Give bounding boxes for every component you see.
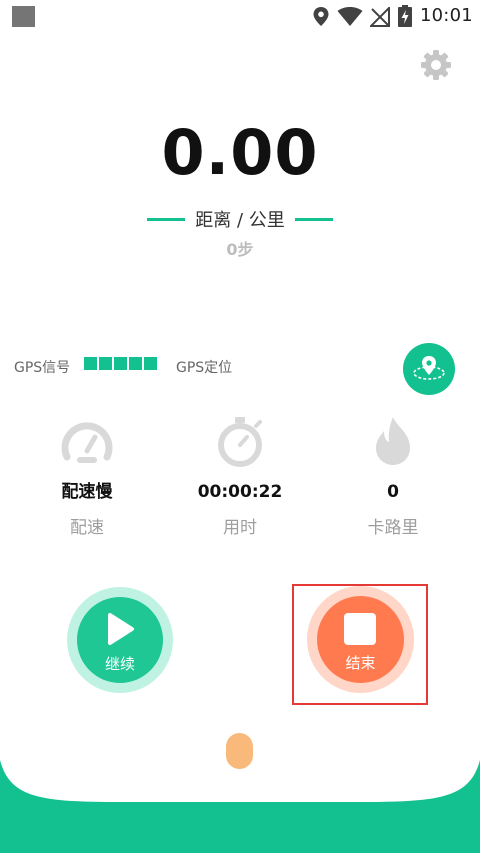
play-icon (108, 613, 134, 645)
flame-icon (376, 417, 410, 465)
settings-gear-icon[interactable] (418, 47, 454, 83)
map-pin-icon (413, 356, 445, 380)
status-time: 10:01 (420, 5, 473, 26)
duration-label: 用时 (223, 518, 257, 538)
gps-locate-label: GPS定位 (176, 360, 233, 376)
stat-pace: 配速慢 配速 (7, 415, 167, 538)
gps-signal-bar (84, 357, 97, 370)
calories-label: 卡路里 (367, 518, 419, 538)
gps-signal-bar (144, 357, 157, 370)
distance-value: 0.00 (161, 116, 319, 189)
duration-value: 00:00:22 (197, 482, 283, 502)
pace-value: 配速慢 (61, 482, 113, 502)
divider-left (147, 217, 186, 221)
stopwatch-icon (218, 417, 262, 467)
continue-button[interactable]: 继续 (77, 597, 163, 683)
no-signal-icon (370, 7, 390, 27)
stat-calories: 0 卡路里 (313, 415, 473, 538)
step-count: 0步 (226, 240, 254, 259)
location-icon (313, 7, 329, 26)
stat-duration: 00:00:22 用时 (160, 415, 320, 538)
gps-signal-label: GPS信号 (14, 360, 71, 376)
calories-value: 0 (387, 482, 399, 502)
wifi-icon (337, 7, 363, 26)
bottom-wave-decoration (0, 760, 480, 853)
gps-signal-bar (99, 357, 112, 370)
gps-signal-bars (84, 357, 159, 370)
highlight-box (292, 584, 428, 705)
divider-right (294, 217, 333, 221)
distance-label-row: 距离 / 公里 (0, 206, 480, 232)
continue-label: 继续 (104, 655, 135, 673)
map-view-button[interactable] (403, 343, 455, 395)
pace-label: 配速 (70, 518, 104, 538)
battery-charging-icon (398, 5, 412, 27)
speedometer-icon (61, 422, 113, 463)
gps-signal-bar (129, 357, 142, 370)
gps-signal-bar (114, 357, 127, 370)
distance-unit-label: 距离 / 公里 (195, 210, 285, 231)
notification-square-icon (12, 6, 35, 27)
